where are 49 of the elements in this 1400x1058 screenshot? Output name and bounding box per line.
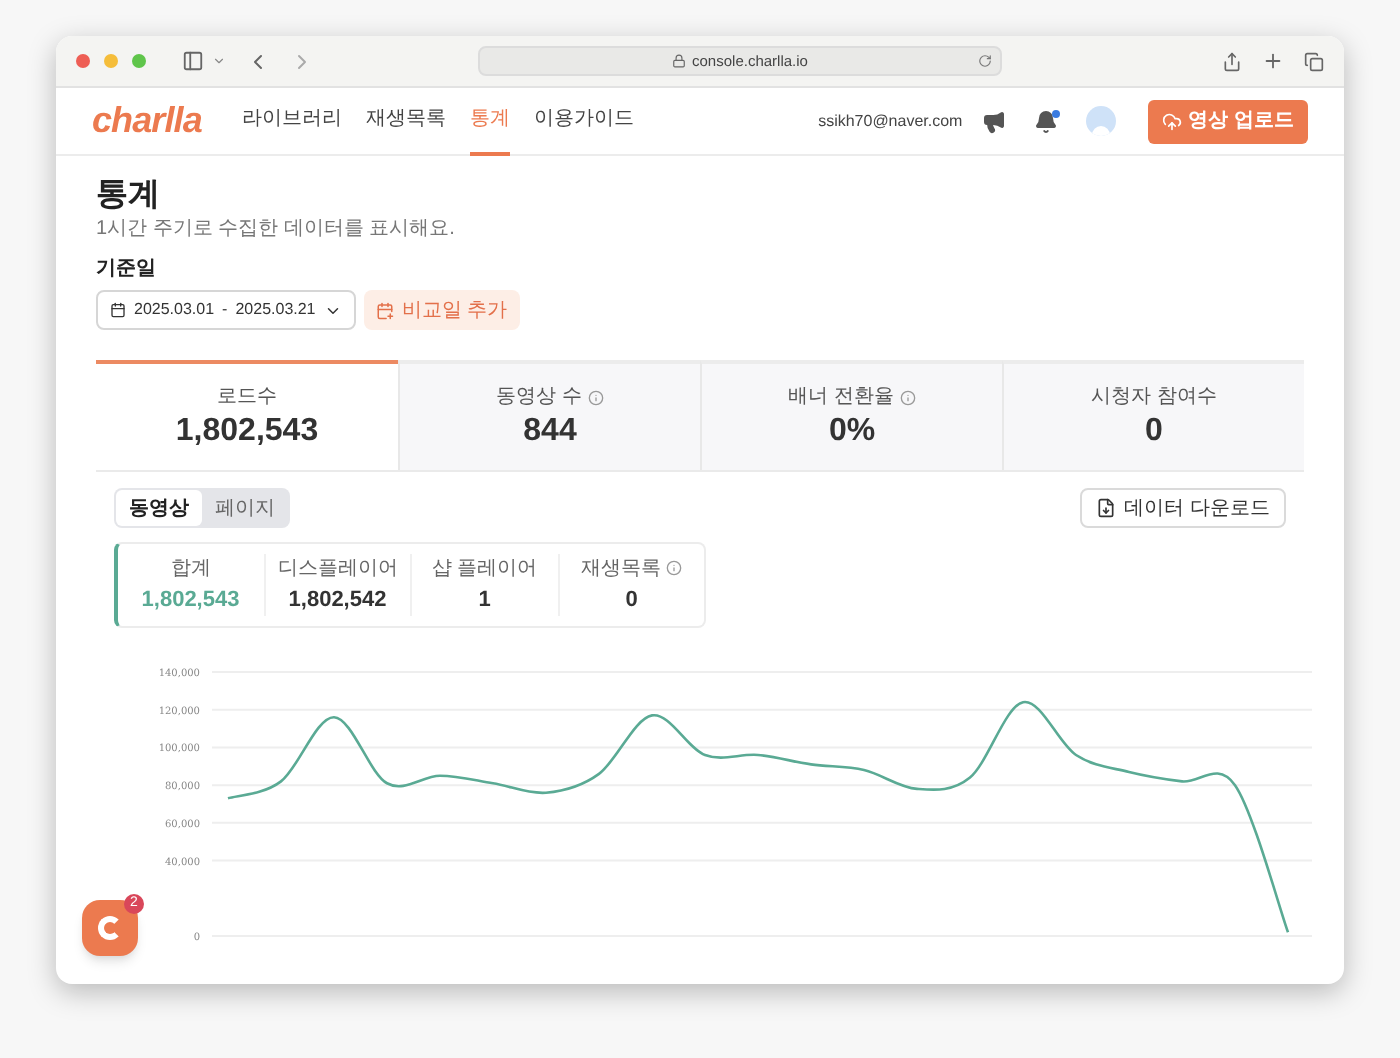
metric-label: 로드수 bbox=[217, 384, 277, 412]
tabs-overview-icon[interactable] bbox=[1304, 51, 1324, 71]
nav-link[interactable]: 라이브러리 bbox=[241, 87, 342, 155]
chevron-down-icon[interactable] bbox=[212, 54, 226, 68]
sidebar-icon[interactable] bbox=[182, 50, 204, 72]
bell-icon[interactable] bbox=[1034, 109, 1059, 133]
metric-label: 동영상 수 bbox=[496, 384, 582, 412]
page-subtitle: 1시간 주기로 수집한 데이터를 표시해요. bbox=[96, 216, 457, 242]
nav-link[interactable]: 재생목록 bbox=[365, 87, 446, 155]
close-window-icon[interactable] bbox=[76, 54, 90, 68]
calendar-icon bbox=[110, 302, 126, 318]
metric-tab[interactable]: 동영상 수 844 bbox=[398, 360, 700, 470]
share-icon[interactable] bbox=[1222, 51, 1242, 71]
summary-value: 1 bbox=[478, 585, 491, 616]
lock-icon bbox=[672, 54, 687, 68]
info-icon[interactable] bbox=[899, 389, 916, 405]
date-label: 기준일 bbox=[96, 258, 158, 282]
reload-icon[interactable] bbox=[978, 54, 992, 68]
download-button[interactable]: 데이터 다운로드 bbox=[1080, 488, 1286, 528]
metric-tab[interactable]: 배너 전환율 0% bbox=[700, 360, 1002, 470]
date-range-picker[interactable]: 2025.03.01 - 2025.03.21 bbox=[96, 290, 356, 330]
nav-link[interactable]: 이용가이드 bbox=[533, 87, 634, 155]
summary-label: 샵 플레이어 bbox=[431, 555, 538, 584]
megaphone-icon[interactable] bbox=[982, 109, 1007, 133]
metric-label: 시청자 참여수 bbox=[1091, 384, 1217, 412]
metric-tab[interactable]: 시청자 참여수 0 bbox=[1002, 360, 1304, 470]
metric-value: 0% bbox=[828, 412, 876, 452]
info-icon[interactable] bbox=[587, 389, 604, 405]
metric-value: 0 bbox=[1145, 412, 1163, 452]
new-tab-icon[interactable] bbox=[1262, 50, 1284, 72]
metric-value: 1,802,543 bbox=[175, 412, 319, 452]
page-title: 통계 bbox=[96, 176, 162, 216]
summary-label: 디스플레이어 bbox=[277, 555, 398, 584]
summary-value: 1,802,542 bbox=[288, 585, 387, 616]
view-tab[interactable]: 페이지 bbox=[202, 490, 288, 526]
metric-value: 844 bbox=[523, 412, 577, 452]
user-email: ssikh70@naver.com bbox=[818, 109, 963, 133]
summary-label: 재생목록 bbox=[580, 555, 661, 584]
calendar-plus-icon bbox=[375, 301, 394, 319]
cloud-upload-icon bbox=[1162, 111, 1183, 131]
maximize-window-icon[interactable] bbox=[132, 54, 146, 68]
summary-value: 0 bbox=[625, 585, 638, 616]
summary-value: 1,802,543 bbox=[141, 585, 240, 616]
view-tab[interactable]: 동영상 bbox=[116, 490, 202, 526]
summary-label: 합계 bbox=[170, 555, 211, 584]
info-icon[interactable] bbox=[666, 560, 683, 577]
file-download-icon bbox=[1096, 498, 1117, 518]
metric-label: 배너 전환율 bbox=[788, 384, 894, 412]
minimize-window-icon[interactable] bbox=[104, 54, 118, 68]
